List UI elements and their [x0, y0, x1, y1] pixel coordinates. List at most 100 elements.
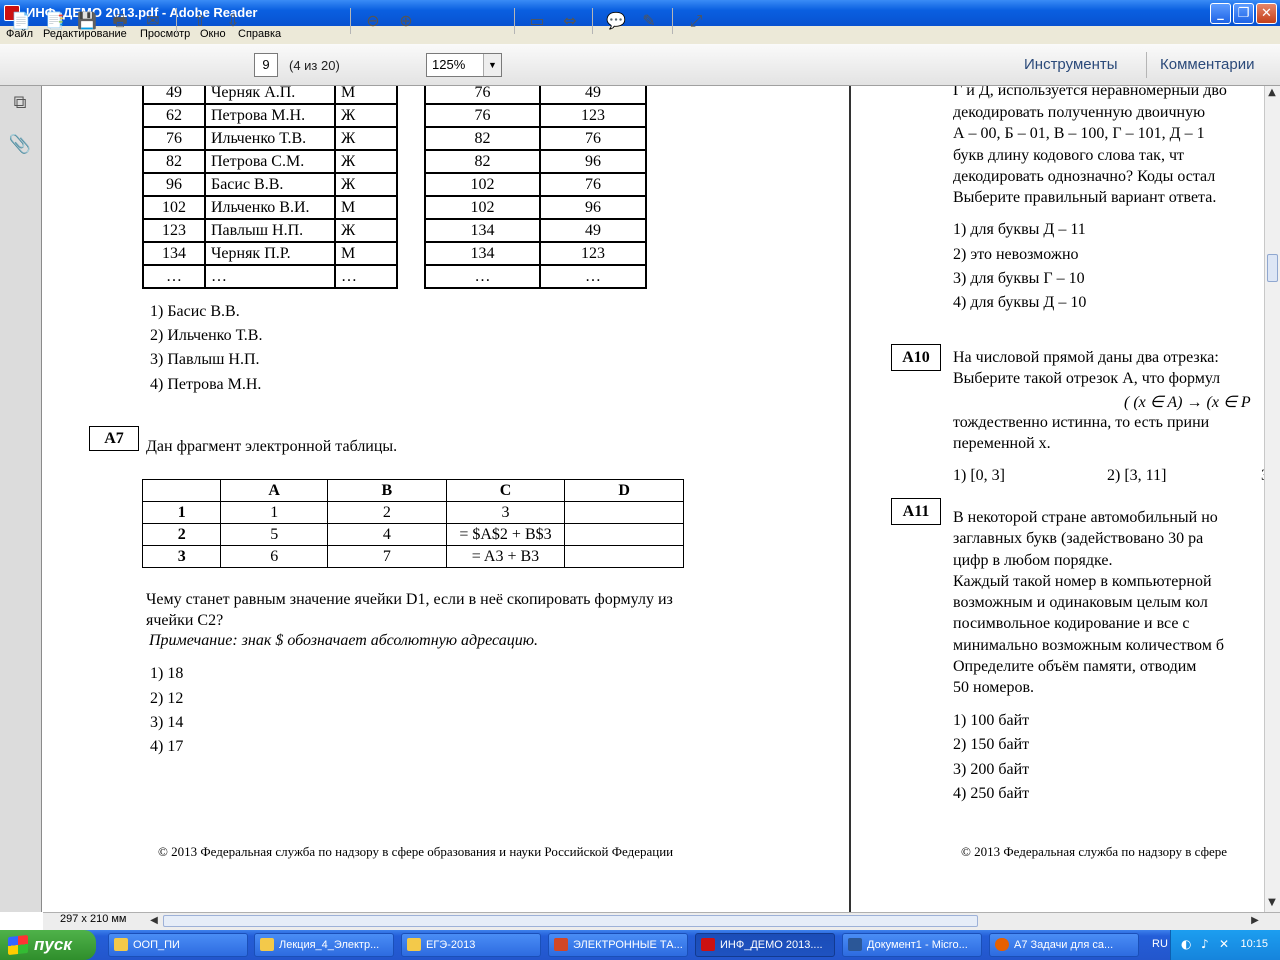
- document-view[interactable]: 49 Черняк А.П. М 62 Петрова М.Н. Ж 76 Ильченко …: [43, 86, 1265, 912]
- child-id-cell: 49: [539, 218, 647, 243]
- a10-task-label: А10: [891, 344, 941, 371]
- table-row: 82 76: [424, 126, 647, 151]
- a9-text-line-2: декодировать полученную двоичную: [953, 104, 1206, 121]
- page-thumbnails-icon[interactable]: ⧉: [8, 92, 32, 116]
- a6-option-1: 1) Басис В.В.: [150, 303, 240, 320]
- parent-id-cell: 76: [424, 103, 541, 128]
- sheet-cell: 7: [327, 545, 447, 568]
- fit-width-icon[interactable]: ⇔: [557, 9, 583, 33]
- export-icon[interactable]: 📑: [42, 9, 68, 33]
- language-indicator[interactable]: RU: [1152, 938, 1168, 950]
- comments-pane-button[interactable]: Комментарии: [1160, 56, 1254, 73]
- toolbar-divider: [514, 8, 515, 34]
- minimize-button[interactable]: _: [1210, 3, 1231, 24]
- sheet-cell: 2: [327, 501, 447, 524]
- tools-pane-button[interactable]: Инструменты: [1024, 56, 1118, 73]
- table-row: 49 Черняк А.П. М: [142, 86, 398, 105]
- task-label: Документ1 - Micro...: [867, 939, 968, 951]
- vertical-scroll-thumb[interactable]: [1267, 254, 1278, 282]
- folder-icon: [260, 938, 274, 951]
- maximize-button[interactable]: ❐: [1233, 3, 1254, 24]
- person-id-cell: 123: [142, 218, 206, 243]
- a11-text-line-7: минимально возможным количеством б: [953, 637, 1225, 654]
- page-number-input[interactable]: 9: [254, 53, 278, 77]
- a10-option-2: 2) [3, 11]: [1107, 467, 1167, 484]
- vertical-scrollbar[interactable]: ▲ ▼: [1264, 86, 1280, 912]
- a11-text-line-1: В некоторой стране автомобильный но: [953, 509, 1218, 526]
- sheet-row-header: 2: [141, 523, 222, 546]
- fullscreen-icon[interactable]: ⤢: [683, 9, 709, 33]
- save-icon[interactable]: 💾: [74, 9, 100, 33]
- a7-question-line-2: ячейки C2?: [146, 612, 224, 629]
- person-name-cell: …: [204, 264, 336, 289]
- task-folder-ege[interactable]: ЕГЭ-2013: [401, 933, 541, 957]
- page-size: 297 x 210 мм: [60, 913, 127, 925]
- fit-page-icon[interactable]: ▭: [524, 9, 550, 33]
- powerpoint-icon: [554, 938, 568, 951]
- task-word[interactable]: Документ1 - Micro...: [842, 933, 982, 957]
- horizontal-scroll-thumb[interactable]: [163, 915, 978, 927]
- zoom-out-icon[interactable]: ⊖: [360, 9, 386, 33]
- a11-text-line-2: заглавных букв (задействовано 30 ра: [953, 530, 1204, 547]
- task-powerpoint[interactable]: ЭЛЕКТРОННЫЕ ТА...: [548, 933, 688, 957]
- scroll-up-icon[interactable]: ▲: [1265, 86, 1279, 100]
- person-sex-cell: …: [334, 264, 398, 289]
- task-label: ЭЛЕКТРОННЫЕ ТА...: [573, 939, 683, 951]
- task-folder-lecture[interactable]: Лекция_4_Электр...: [254, 933, 394, 957]
- zoom-select[interactable]: 125% ▼: [426, 53, 502, 77]
- a9-text-line-5: декодировать однозначно? Коды остал: [953, 168, 1216, 185]
- antivirus-icon[interactable]: ✕: [1219, 937, 1229, 951]
- a10-option-1: 1) [0, 3]: [953, 467, 1005, 484]
- page-separator: [849, 86, 851, 912]
- a11-text-line-8: Определите объём памяти, отводим: [953, 658, 1197, 675]
- sheet-column-header: [141, 479, 222, 502]
- previous-page-icon[interactable]: ⇧: [187, 9, 213, 33]
- network-icon[interactable]: ◐: [1181, 937, 1191, 951]
- table-row: 96 Басис В.В. Ж: [142, 172, 398, 197]
- child-id-cell: …: [539, 264, 647, 289]
- a11-option-3: 3) 200 байт: [953, 761, 1030, 778]
- scroll-left-icon[interactable]: ◀: [147, 914, 161, 928]
- scroll-right-icon[interactable]: ▶: [1248, 914, 1262, 928]
- start-button[interactable]: пуск: [0, 930, 96, 960]
- zoom-in-icon[interactable]: ⊕: [393, 9, 419, 33]
- child-id-cell: 96: [539, 149, 647, 174]
- print-icon[interactable]: 🖶: [107, 9, 133, 33]
- person-name-cell: Павлыш Н.П.: [204, 218, 336, 243]
- table-row: 134 49: [424, 218, 647, 243]
- person-sex-cell: Ж: [334, 218, 398, 243]
- relations-table: 76 49 76 123 82 76 82 96 102 76 102 96 134 49 134 123……: [424, 86, 647, 289]
- attachments-icon[interactable]: 📎: [8, 134, 32, 158]
- taskbar: пуск ООП_ПИ Лекция_4_Электр... ЕГЭ-2013 …: [0, 930, 1280, 960]
- volume-icon[interactable]: ♪: [1201, 937, 1209, 951]
- a11-option-2: 2) 150 байт: [953, 736, 1030, 753]
- create-pdf-icon[interactable]: 📄: [8, 9, 34, 33]
- a10-text-line-1: На числовой прямой даны два отрезка:: [953, 349, 1219, 366]
- task-adobe-reader[interactable]: ИНФ_ДЕМО 2013....: [695, 933, 835, 957]
- table-row: 76 Ильченко Т.В. Ж: [142, 126, 398, 151]
- comment-icon[interactable]: 💬: [603, 9, 629, 33]
- pdf-icon: [701, 938, 715, 951]
- task-firefox[interactable]: А7 Задачи для са...: [989, 933, 1139, 957]
- system-tray: ◐ ♪ ✕ 10:15: [1170, 930, 1280, 960]
- task-folder-oop[interactable]: ООП_ПИ: [108, 933, 248, 957]
- windows-logo-icon: [8, 934, 28, 956]
- task-label: А7 Задачи для са...: [1014, 939, 1114, 951]
- person-name-cell: Черняк П.Р.: [204, 241, 336, 266]
- person-id-cell: 82: [142, 149, 206, 174]
- close-button[interactable]: ✕: [1256, 3, 1277, 24]
- email-icon[interactable]: ✉: [140, 9, 166, 33]
- sheet-cell: [564, 523, 684, 546]
- chevron-down-icon[interactable]: ▼: [483, 54, 501, 76]
- a7-option-3: 3) 14: [150, 714, 184, 731]
- highlight-icon[interactable]: ✎: [636, 9, 662, 33]
- a9-option-4: 4) для буквы Д – 10: [953, 294, 1087, 311]
- next-page-icon[interactable]: ⇩: [220, 9, 246, 33]
- scroll-down-icon[interactable]: ▼: [1265, 896, 1279, 910]
- a7-question-line-1: Чему станет равным значение ячейки D1, е…: [146, 591, 673, 608]
- child-id-cell: 123: [539, 103, 647, 128]
- folder-icon: [114, 938, 128, 951]
- person-sex-cell: М: [334, 195, 398, 220]
- sheet-cell: 4: [327, 523, 447, 546]
- person-name-cell: Басис В.В.: [204, 172, 336, 197]
